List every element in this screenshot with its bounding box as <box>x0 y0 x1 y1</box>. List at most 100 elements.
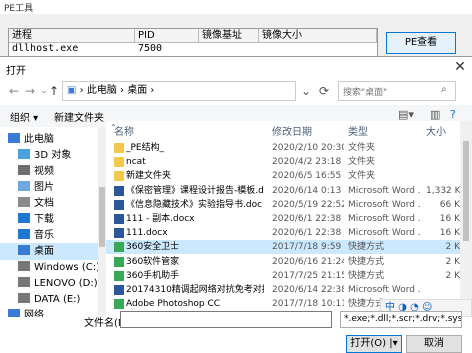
filename-input[interactable] <box>120 311 332 328</box>
sidebar-item[interactable]: 网络 <box>0 307 98 317</box>
close-icon[interactable]: ✕ <box>450 58 470 76</box>
search-icon: ⌕ <box>441 84 447 95</box>
word-document-icon <box>114 214 124 224</box>
sidebar-item[interactable]: 图片 <box>0 179 98 196</box>
file-name: 360软件管家 <box>126 256 180 267</box>
file-size: 1,332 K <box>426 185 460 196</box>
help-icon[interactable]: ? <box>450 108 456 121</box>
table-row[interactable]: dllhost.exe 7500 <box>9 43 377 55</box>
col-image-base[interactable]: 镜像基址 <box>199 29 259 42</box>
shortcut-icon <box>114 270 124 281</box>
pe-view-button[interactable]: PE查看 <box>386 32 456 54</box>
list-item[interactable]: 360手机助手 2017/7/25 21:15 快捷方式 2 K <box>106 269 460 283</box>
up-arrow-icon[interactable]: ↑ <box>46 82 62 100</box>
word-document-icon <box>114 228 124 239</box>
address-dropdown-icon[interactable]: ⌄ <box>298 82 314 100</box>
col-date[interactable]: 修改日期 <box>272 123 312 138</box>
list-item[interactable]: 360软件管家 2020/6/16 21:24 快捷方式 2 K <box>106 255 460 269</box>
list-item[interactable]: 111 - 副本.docx 2020/6/1 22:38 Microsoft Wor… <box>106 212 460 226</box>
list-item[interactable]: 《保密管理》课程设计报告-模板.doc 2020/6/14 0:13 Microso… <box>106 184 460 198</box>
breadcrumb-desktop[interactable]: 桌面 <box>127 85 147 96</box>
col-process[interactable]: 进程 <box>9 29 135 42</box>
sidebar-item[interactable]: 此电脑 <box>0 131 98 148</box>
file-type: 快捷方式 <box>348 256 385 267</box>
list-item[interactable]: 360安全卫士 2017/7/18 9:59 快捷方式 2 K <box>106 240 460 255</box>
process-pid: 7500 <box>138 43 163 54</box>
list-item[interactable]: 新建文件夹 2020/6/5 16:55 文件夹 <box>106 169 460 183</box>
sidebar-item-label: DATA (E:) <box>34 294 81 305</box>
preview-pane-icon[interactable]: ▥ <box>430 108 440 121</box>
list-item[interactable]: ncat 2020/4/2 23:18 文件夹 <box>106 155 460 169</box>
desktop-icon <box>18 245 30 255</box>
file-name: 360安全卫士 <box>126 242 180 253</box>
sidebar-item[interactable]: 下载 <box>0 211 98 228</box>
search-input[interactable]: 搜索"桌面" ⌕ <box>338 81 456 101</box>
sidebar-item-label: 图片 <box>34 182 54 193</box>
file-type: Microsoft Word ... <box>348 285 420 295</box>
file-type: 文件夹 <box>348 171 376 182</box>
file-type: Microsoft Word ... <box>348 214 420 224</box>
open-button[interactable]: 打开(O) |▾ <box>346 335 402 353</box>
sidebar-item[interactable]: 音乐 <box>0 227 98 244</box>
file-list-scrollbar[interactable] <box>460 121 472 317</box>
navigation-pane: 此电脑 3D 对象视频图片文档 下载 音乐 桌面 Windows (C:) LENOVO (… <box>0 127 98 317</box>
back-arrow-icon[interactable]: ← <box>6 82 22 100</box>
sidebar-item[interactable]: DATA (E:) <box>0 291 98 308</box>
sidebar-item-label: 视频 <box>34 166 54 177</box>
drive-icon <box>18 261 30 271</box>
drive-icon <box>18 293 30 303</box>
shortcut-icon <box>114 256 124 267</box>
file-list-scroll-thumb[interactable] <box>463 141 469 241</box>
process-table-header: 进程 PID 镜像基址 镜像大小 <box>9 29 377 43</box>
picture-icon <box>18 181 30 191</box>
file-date: 2020/5/19 22:52 <box>272 199 344 210</box>
sidebar-item[interactable]: 视频 <box>0 163 98 180</box>
new-folder-button[interactable]: 新建文件夹 <box>54 109 104 124</box>
list-item[interactable]: 20174310精调起网络对抗免考对抗——... 2020/6/14 22:38 M… <box>106 283 460 297</box>
sidebar-item-label: 此电脑 <box>24 134 54 145</box>
sidebar-item[interactable]: 3D 对象 <box>0 147 98 164</box>
col-name[interactable]: 名称 <box>114 123 134 138</box>
open-button-label: 打开(O) <box>350 338 387 349</box>
nav-pane-scroll-thumb[interactable] <box>99 187 105 247</box>
list-item[interactable]: 《信息隐藏技术》实验指导书.doc 2020/5/19 22:52 Microsof… <box>106 198 460 212</box>
file-date: 2020/6/1 22:38 <box>272 228 342 239</box>
file-type-filter[interactable]: *.exe;*.dll;*.scr;*.drv;*.sys <box>340 311 462 328</box>
col-image-size[interactable]: 镜像大小 <box>259 29 377 42</box>
file-type: 快捷方式 <box>348 270 385 281</box>
file-date: 2020/2/10 20:30 <box>272 143 344 153</box>
sidebar-item-label: 网络 <box>24 310 44 317</box>
organize-button[interactable]: 组织 ▾ <box>10 109 38 124</box>
address-bar[interactable]: ▣ › 此电脑 › 桌面 › <box>62 81 296 101</box>
file-name: ncat <box>126 157 146 168</box>
list-item[interactable]: _PE结构_ 2020/2/10 20:30 文件夹 <box>106 141 460 155</box>
file-name: 111 - 副本.docx <box>126 214 195 224</box>
search-placeholder: 搜索"桌面" <box>343 88 388 98</box>
list-item[interactable]: 111.docx 2020/6/1 22:38 Microsoft Word ...… <box>106 226 460 240</box>
process-name: dllhost.exe <box>12 43 79 54</box>
col-size[interactable]: 大小 <box>426 123 446 138</box>
file-date: 2020/4/2 23:18 <box>272 157 342 168</box>
sidebar-item[interactable]: 桌面 <box>0 243 98 260</box>
open-dropdown-icon[interactable]: |▾ <box>386 338 397 349</box>
file-size: 2 K <box>445 256 461 267</box>
word-document-icon <box>114 285 124 295</box>
pc-icon <box>8 133 20 143</box>
col-type[interactable]: 类型 <box>348 123 368 138</box>
refresh-icon[interactable]: ⟳ <box>316 82 332 100</box>
breadcrumb-this-pc[interactable]: 此电脑 <box>87 85 117 96</box>
cancel-button[interactable]: 取消 <box>406 335 462 353</box>
folder-icon <box>114 171 124 182</box>
file-date: 2017/7/18 9:59 <box>272 242 342 253</box>
file-type: Microsoft Word ... <box>348 185 420 196</box>
col-pid[interactable]: PID <box>135 29 199 42</box>
file-type: 文件夹 <box>348 157 376 168</box>
file-type: Microsoft Word ... <box>348 228 420 239</box>
sidebar-item[interactable]: Windows (C:) <box>0 259 98 276</box>
sidebar-item[interactable]: 文档 <box>0 195 98 212</box>
view-options-icon[interactable]: ▤▾ <box>398 108 414 121</box>
word-document-icon <box>114 199 124 210</box>
nav-pane-scrollbar[interactable] <box>98 127 106 317</box>
sidebar-item-label: 3D 对象 <box>34 150 72 161</box>
sidebar-item[interactable]: LENOVO (D:) <box>0 275 98 292</box>
